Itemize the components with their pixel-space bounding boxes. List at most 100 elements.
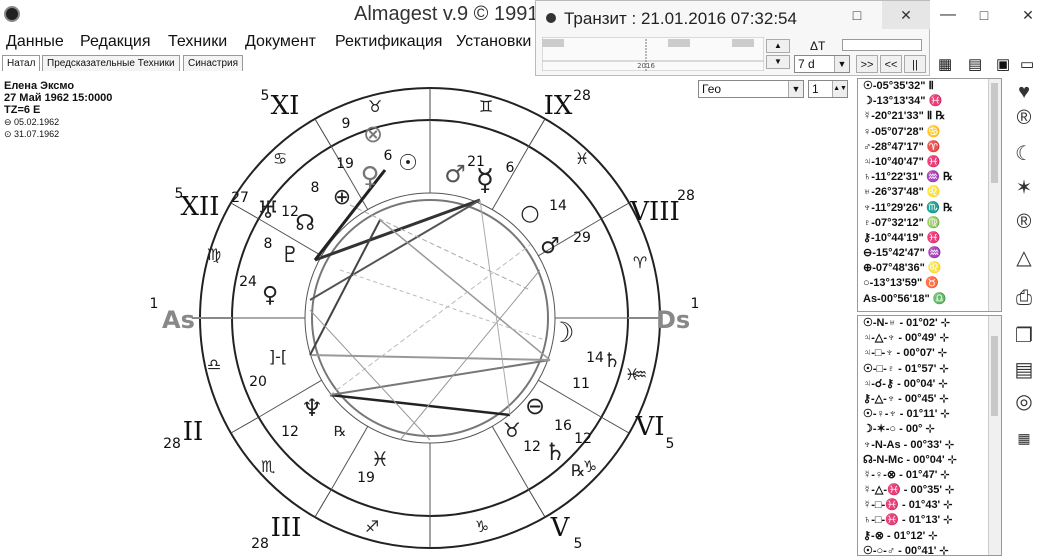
aspect-circle	[311, 199, 549, 437]
list-item[interactable]: ♀-05°07'28" ♋	[858, 125, 1001, 140]
chiron-icon: ♄	[603, 348, 621, 372]
list-item[interactable]: ☿-△-♓ - 00°35' ⊹	[858, 483, 1001, 498]
document-stack-icon[interactable]: ❐	[1009, 322, 1039, 350]
retro-chart-icon[interactable]: ®	[1009, 208, 1039, 236]
tab-natal[interactable]: Натал	[2, 55, 41, 71]
maximize-button[interactable]: □	[961, 0, 1007, 30]
list-item[interactable]: ☿-♀-⊗ - 01°47' ⊹	[858, 468, 1001, 483]
list-item[interactable]: ☉-□-♇ - 01°57' ⊹	[858, 362, 1001, 377]
person-info: Елена Эксмо 27 Май 1962 15:0000 TZ=6 E ⊖…	[4, 80, 112, 140]
list-item[interactable]: ☉-05°35'32" Ⅱ	[858, 79, 1001, 94]
list-item[interactable]: ♄-11°22'31" ♒ ℞	[858, 170, 1001, 185]
table-icon[interactable]: ▦	[1009, 424, 1039, 452]
list-item[interactable]: ☉-♀-♆ - 01°11' ⊹	[858, 407, 1001, 422]
list-item[interactable]: ♃-10°40'47" ♓	[858, 155, 1001, 170]
menu-document[interactable]: Документ	[245, 33, 316, 51]
list-item[interactable]: ⚷-⊗ - 01°12' ⊹	[858, 529, 1001, 544]
sign-pisces: ♓	[575, 149, 589, 168]
list-item[interactable]: ♇-07°32'12" ♍	[858, 216, 1001, 231]
person-name: Елена Эксмо	[4, 80, 75, 92]
list-item[interactable]: ☊-N-Mc - 00°04' ⊹	[858, 453, 1001, 468]
mars-2-icon: ♂	[540, 234, 560, 259]
geo-select[interactable]: Гео ▼	[698, 80, 804, 98]
planet-list-scrollbar[interactable]	[988, 79, 1001, 311]
house-label-5: V	[550, 513, 571, 543]
list-item[interactable]: ☽-13°13'34" ♓	[858, 94, 1001, 109]
list-item[interactable]: ⊖-15°42'47" ♒	[858, 246, 1001, 261]
star-icon[interactable]: ✶	[1009, 174, 1039, 202]
aspects-list[interactable]: ☉-N-♅ - 01°02' ⊹ ♃-△-♆ - 00°49' ⊹ ♃-□-♆ …	[857, 315, 1002, 556]
step-select[interactable]: 7 d ▼	[794, 55, 850, 73]
house-deg-9: 28	[573, 88, 591, 104]
list-item[interactable]: ☉-○-♂ - 00°41' ⊹	[858, 544, 1001, 555]
list-item[interactable]: ♄-□-♓ - 01°13' ⊹	[858, 513, 1001, 528]
heart-icon[interactable]: ♥	[1009, 78, 1039, 106]
scroll-thumb[interactable]	[991, 83, 998, 183]
aspect-line	[339, 269, 546, 341]
sign-virgo: ♍	[207, 245, 221, 264]
transit-close-button[interactable]: ✕	[882, 1, 930, 29]
wheel-icon[interactable]: ◎	[1009, 388, 1039, 416]
asc-label: As	[162, 306, 195, 334]
degree-label: 19	[336, 156, 354, 172]
aspect-line	[379, 219, 551, 361]
house-label-8: VIII	[629, 197, 680, 227]
menu-rectification[interactable]: Ректификация	[335, 33, 442, 51]
list-item[interactable]: ☿-20°21'33" Ⅱ ℞	[858, 109, 1001, 124]
aspects-scrollbar[interactable]	[988, 316, 1001, 555]
birth-date: 27 Май 1962 15:0000	[4, 92, 113, 104]
list-item[interactable]: ♅-26°37'48" ♌	[858, 185, 1001, 200]
date-1: 05.02.1962	[14, 117, 60, 127]
delta-field[interactable]	[842, 39, 922, 51]
moon-phase-icon[interactable]: ☾	[1009, 140, 1039, 168]
degree-label: 12	[574, 431, 592, 447]
menu-techniques[interactable]: Техники	[168, 33, 227, 51]
list-item[interactable]: ♃-☌-⚷ - 00°04' ⊹	[858, 377, 1001, 392]
list-item[interactable]: As-00°56'18" ♎	[858, 292, 1001, 307]
list-item[interactable]: ♆-N-As - 00°33' ⊹	[858, 438, 1001, 453]
list-item[interactable]: ♂-28°47'17" ♈	[858, 140, 1001, 155]
list-item[interactable]: ○-13°13'59" ♉	[858, 276, 1001, 291]
pause-button[interactable]: ||	[904, 55, 926, 73]
saturn-icon: ♅	[257, 196, 279, 224]
list-item[interactable]: ♃-□-♆ - 00°07' ⊹	[858, 346, 1001, 361]
house-deg-5: 5	[574, 536, 583, 552]
monitor-icon[interactable]: ▣	[996, 55, 1010, 73]
forward-button[interactable]: >>	[856, 55, 878, 73]
calendar-icon[interactable]: ▤	[1009, 356, 1039, 384]
scroll-thumb[interactable]	[991, 336, 998, 416]
timeline-up-button[interactable]: ▲	[766, 39, 790, 53]
menu-data[interactable]: Данные	[6, 33, 64, 51]
menu-bar: Данные Редакция Техники Документ Ректифи…	[0, 30, 545, 54]
list-item[interactable]: ⚷-△-♆ - 00°45' ⊹	[858, 392, 1001, 407]
geo-value: Гео	[702, 82, 722, 96]
list-item[interactable]: ⊕-07°48'36" ♌	[858, 261, 1001, 276]
transit-timeline[interactable]: 2016	[542, 37, 764, 71]
list-item[interactable]: ☉-N-♅ - 01°02' ⊹	[858, 316, 1001, 331]
list-item[interactable]: ⚷-10°44'19" ♓	[858, 231, 1001, 246]
list-item[interactable]: ♃-△-♆ - 00°49' ⊹	[858, 331, 1001, 346]
screen-icon[interactable]: ▭	[1020, 55, 1034, 73]
backward-button[interactable]: <<	[880, 55, 902, 73]
list-item[interactable]: ☽-✶-○ - 00° ⊹	[858, 422, 1001, 437]
close-button[interactable]: ✕	[1005, 0, 1050, 30]
list-item[interactable]: ☿-□-♓ - 01°43' ⊹	[858, 498, 1001, 513]
layout-icon[interactable]: ▤	[968, 55, 982, 73]
degree-label: 11	[572, 376, 590, 392]
tab-synastry[interactable]: Синастрия	[183, 55, 244, 71]
house-deg-3: 28	[251, 536, 269, 552]
menu-settings[interactable]: Установки	[456, 33, 531, 51]
app-icon[interactable]	[4, 6, 20, 22]
grid-icon[interactable]: ▦	[938, 55, 952, 73]
timeline-down-button[interactable]: ▼	[766, 55, 790, 69]
menu-edit[interactable]: Редакция	[80, 33, 151, 51]
planet-positions-list[interactable]: ☉-05°35'32" Ⅱ ☽-13°13'34" ♓ ☿-20°21'33" …	[857, 78, 1002, 312]
list-item[interactable]: ♆-11°29'26" ♏ ℞	[858, 201, 1001, 216]
sign-taurus: ♉	[368, 97, 382, 116]
geo-number-spinner[interactable]: 1 ▲▼	[808, 80, 848, 98]
tab-predictive[interactable]: Предсказательные Техники	[42, 55, 180, 71]
retrograde-icon[interactable]: ®	[1009, 104, 1039, 132]
printer-icon[interactable]: ⎙	[1009, 284, 1039, 312]
triangle-chart-icon[interactable]: △	[1009, 244, 1039, 272]
transit-maximize-button[interactable]: □	[832, 1, 882, 29]
